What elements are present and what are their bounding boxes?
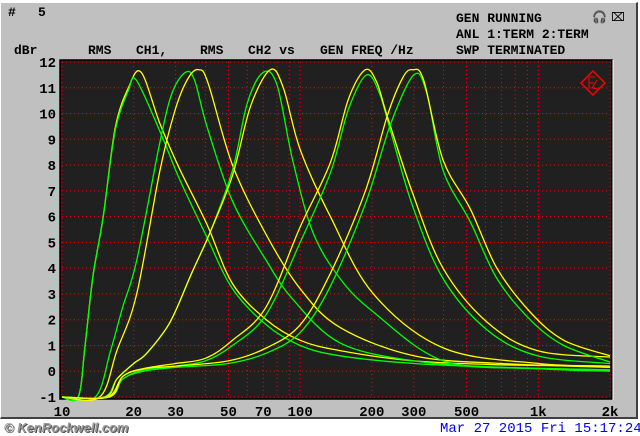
y-tick-label: 7	[48, 185, 56, 201]
frequency-response-chart: -1012345678910111210 20 30 50 70 100 200 300 500…	[39, 56, 619, 421]
y-tick-label: 4	[48, 262, 56, 278]
watermark-logo: © KenRockwell.com	[4, 420, 129, 435]
y-tick-label: 0	[48, 365, 56, 381]
y-tick-label: 3	[48, 288, 56, 304]
footer-datetime: Mar 27 2015 Fri 15:17:24	[440, 421, 640, 436]
x-tick-label: 500	[454, 405, 479, 421]
y-tick-label: 12	[39, 56, 56, 72]
x-tick-label: 300	[401, 405, 426, 421]
x-tick-label: 30	[167, 405, 184, 421]
x-tick-label: 10	[54, 405, 71, 421]
x-tick-label: 100	[288, 405, 313, 421]
y-tick-label: 2	[48, 314, 56, 330]
y-tick-label: 9	[48, 133, 56, 149]
y-tick-label: 1	[48, 339, 56, 355]
y-tick-label: 10	[39, 108, 56, 124]
y-tick-label: 11	[39, 82, 56, 98]
y-tick-label: 8	[48, 159, 56, 175]
x-tick-label: 70	[255, 405, 272, 421]
y-tick-label: 6	[48, 211, 56, 227]
y-tick-label: 5	[48, 236, 56, 252]
analyzer-screen: # 5 GEN RUNNING ANL 1:TERM 2:TERM SWP TE…	[0, 0, 640, 436]
x-tick-label: 200	[359, 405, 384, 421]
x-tick-label: 50	[220, 405, 237, 421]
x-tick-label: 2k	[602, 405, 619, 421]
x-tick-label: 1k	[530, 405, 547, 421]
x-tick-label: 20	[125, 405, 142, 421]
